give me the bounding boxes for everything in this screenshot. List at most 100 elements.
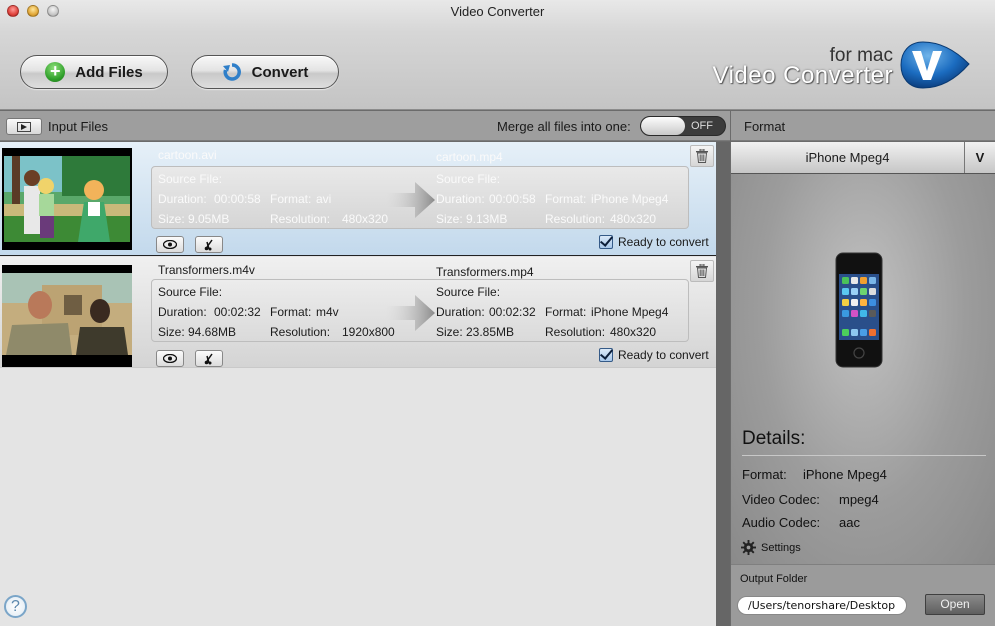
- target-size: 9.13MB: [466, 212, 508, 226]
- source-resolution-label: Resolution:: [270, 325, 331, 339]
- target-file-name: cartoon.mp4: [436, 150, 503, 164]
- help-button[interactable]: ?: [4, 595, 27, 618]
- source-duration-label: Duration:: [158, 305, 207, 319]
- conversion-info: Source File: Duration: 00:02:32 Format: …: [151, 279, 689, 342]
- output-folder-path[interactable]: /Users/tenorshare/Desktop: [737, 596, 907, 615]
- add-files-button[interactable]: + Add Files: [20, 55, 168, 89]
- target-duration-label: Duration:: [436, 192, 485, 206]
- format-dropdown[interactable]: iPhone Mpeg4 V: [731, 142, 995, 174]
- settings-label: Settings: [761, 541, 801, 554]
- source-size-label: Size:: [158, 212, 185, 226]
- format-panel: iPhone Mpeg4 V Details: Format: iPhone M…: [731, 142, 995, 564]
- format-header: Format: [731, 111, 995, 141]
- target-format-label: Format:: [545, 305, 587, 319]
- settings-button[interactable]: Settings: [741, 540, 801, 555]
- conversion-info: Source File: Duration: 00:00:58 Format: …: [151, 166, 689, 229]
- brand-name: Video Converter: [712, 62, 893, 89]
- source-duration: 00:02:32: [214, 305, 261, 319]
- file-row[interactable]: Transformers.m4v Transformers.mp4 Source…: [0, 257, 716, 368]
- detail-value: iPhone Mpeg4: [803, 467, 887, 482]
- target-resolution-label: Resolution:: [545, 325, 606, 339]
- source-format: avi: [316, 192, 332, 206]
- target-format: iPhone Mpeg4: [591, 305, 669, 319]
- details-divider: [742, 455, 986, 456]
- gear-icon: [741, 540, 756, 555]
- preview-button[interactable]: [156, 350, 184, 367]
- source-resolution-label: Resolution:: [270, 212, 331, 226]
- output-folder-section: Output Folder /Users/tenorshare/Desktop …: [731, 564, 995, 626]
- delete-file-button[interactable]: [690, 145, 714, 167]
- detail-label: Format:: [742, 467, 787, 482]
- preview-button[interactable]: [156, 236, 184, 253]
- merge-toggle[interactable]: OFF: [640, 116, 726, 136]
- detail-label: Video Codec:: [742, 492, 820, 507]
- iphone-device-icon: [835, 252, 883, 368]
- video-converter-logo-icon: [900, 41, 970, 89]
- target-format-label: Format:: [545, 192, 587, 206]
- format-selected-value: iPhone Mpeg4: [731, 142, 965, 173]
- source-file-label: Source File:: [158, 172, 223, 186]
- toolbar: Video Converter + Add Files Convert for …: [0, 0, 995, 110]
- target-file-label: Source File:: [436, 285, 501, 299]
- detail-format: Format: iPhone Mpeg4: [742, 467, 887, 482]
- trim-button[interactable]: [195, 236, 223, 253]
- trash-icon: [696, 264, 708, 278]
- source-duration-label: Duration:: [158, 192, 207, 206]
- target-size-label: Size:: [436, 212, 463, 226]
- detail-label: Audio Codec:: [742, 515, 821, 530]
- target-size-label: Size:: [436, 325, 463, 339]
- target-file-name: Transformers.mp4: [436, 265, 534, 279]
- trim-button[interactable]: [195, 350, 223, 367]
- ready-checkbox[interactable]: [599, 235, 613, 249]
- ready-to-convert: Ready to convert: [599, 348, 709, 362]
- scissors-icon: [204, 353, 213, 364]
- add-files-label: Add Files: [75, 63, 143, 81]
- detail-audio-codec: Audio Codec: aac: [742, 515, 860, 530]
- source-format: m4v: [316, 305, 339, 319]
- format-header-label: Format: [744, 119, 786, 134]
- source-format-label: Format:: [270, 192, 312, 206]
- detail-video-codec: Video Codec: mpeg4: [742, 492, 879, 507]
- panel-splitter[interactable]: [716, 142, 730, 626]
- open-folder-button[interactable]: Open: [925, 594, 985, 615]
- eye-icon: [163, 354, 177, 363]
- toggle-knob: [641, 117, 685, 135]
- target-resolution: 480x320: [610, 325, 657, 339]
- ready-to-convert: Ready to convert: [599, 235, 709, 249]
- window-title: Video Converter: [450, 4, 545, 19]
- source-file-name: cartoon.avi: [158, 148, 217, 162]
- merge-label: Merge all files into one:: [497, 119, 631, 134]
- scissors-icon: [204, 239, 213, 250]
- source-size-label: Size:: [158, 325, 185, 339]
- source-size: 94.68MB: [188, 325, 237, 339]
- arrow-right-icon: [385, 295, 435, 331]
- eye-icon: [163, 240, 177, 249]
- convert-label: Convert: [251, 63, 309, 81]
- details-title: Details:: [742, 428, 806, 449]
- input-files-button[interactable]: [6, 118, 42, 135]
- ready-label: Ready to convert: [618, 235, 709, 249]
- refresh-icon: [222, 63, 241, 81]
- source-resolution: 480x320: [342, 212, 389, 226]
- target-duration: 00:00:58: [489, 192, 536, 206]
- source-size: 9.05MB: [188, 212, 230, 226]
- convert-button[interactable]: Convert: [191, 55, 339, 89]
- target-format: iPhone Mpeg4: [591, 192, 669, 206]
- video-thumbnail: [2, 148, 132, 250]
- arrow-right-icon: [385, 182, 435, 218]
- dropdown-arrow-icon[interactable]: V: [965, 142, 995, 173]
- play-icon: [17, 121, 31, 132]
- input-files-label: Input Files: [48, 119, 108, 134]
- video-thumbnail: [2, 265, 132, 367]
- brand-logo: for mac Video Converter: [713, 40, 971, 92]
- delete-file-button[interactable]: [690, 260, 714, 282]
- file-row[interactable]: cartoon.avi cartoon.mp4 Source File: Dur…: [0, 142, 716, 256]
- target-file-label: Source File:: [436, 172, 501, 186]
- plus-icon: +: [45, 62, 66, 82]
- source-file-name: Transformers.m4v: [158, 263, 255, 277]
- source-file-label: Source File:: [158, 285, 223, 299]
- ready-checkbox[interactable]: [599, 348, 613, 362]
- input-files-header: Input Files Merge all files into one: OF…: [0, 111, 730, 141]
- target-size: 23.85MB: [466, 325, 515, 339]
- trash-icon: [696, 149, 708, 163]
